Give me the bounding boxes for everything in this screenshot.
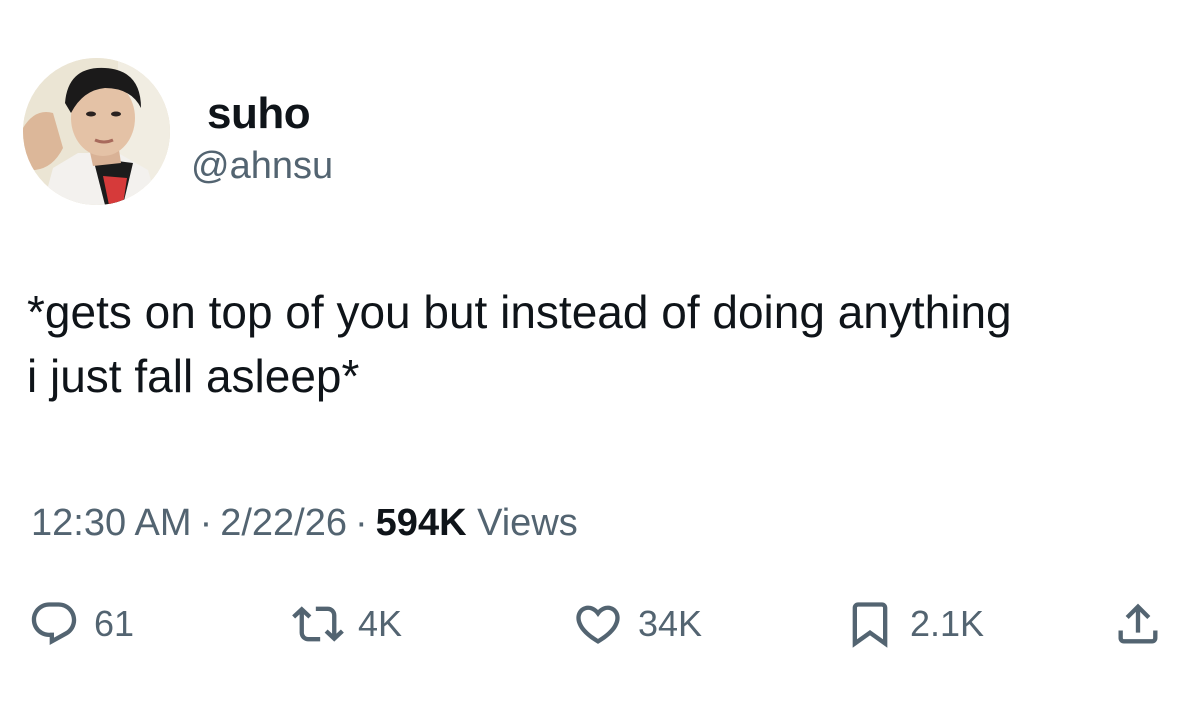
share-icon — [1112, 598, 1164, 650]
tweet-text: *gets on top of you but instead of doing… — [27, 286, 1012, 402]
avatar-photo — [23, 58, 170, 205]
like-button[interactable]: 34K — [572, 596, 702, 652]
share-button[interactable] — [1112, 596, 1164, 652]
display-name[interactable]: suho — [207, 88, 311, 140]
bookmark-count: 2.1K — [910, 603, 985, 644]
retweet-count: 4K — [358, 603, 403, 644]
reply-button[interactable]: 61 — [28, 596, 134, 652]
tweet-date[interactable]: 2/22/26 — [220, 502, 347, 544]
user-handle[interactable]: @ahnsu — [191, 143, 333, 189]
heart-icon — [572, 598, 624, 650]
retweet-button[interactable]: 4K — [292, 596, 402, 652]
tweet-time[interactable]: 12:30 AM — [31, 502, 192, 544]
reply-icon — [28, 598, 80, 650]
meta-separator: · — [355, 502, 368, 544]
avatar[interactable] — [23, 58, 170, 205]
views-count: 594K — [375, 502, 467, 544]
views-label: Views — [477, 502, 578, 544]
meta-separator: · — [199, 502, 213, 544]
like-count: 34K — [638, 603, 703, 644]
bookmark-button[interactable]: 2.1K — [844, 596, 984, 652]
action-bar: 61 4K 34K 2.1K — [0, 596, 1200, 652]
reply-count: 61 — [94, 603, 135, 644]
retweet-icon — [292, 598, 344, 650]
bookmark-icon — [844, 598, 896, 650]
tweet-meta: 12:30 AM · 2/22/26 · 594K Views — [31, 500, 578, 546]
